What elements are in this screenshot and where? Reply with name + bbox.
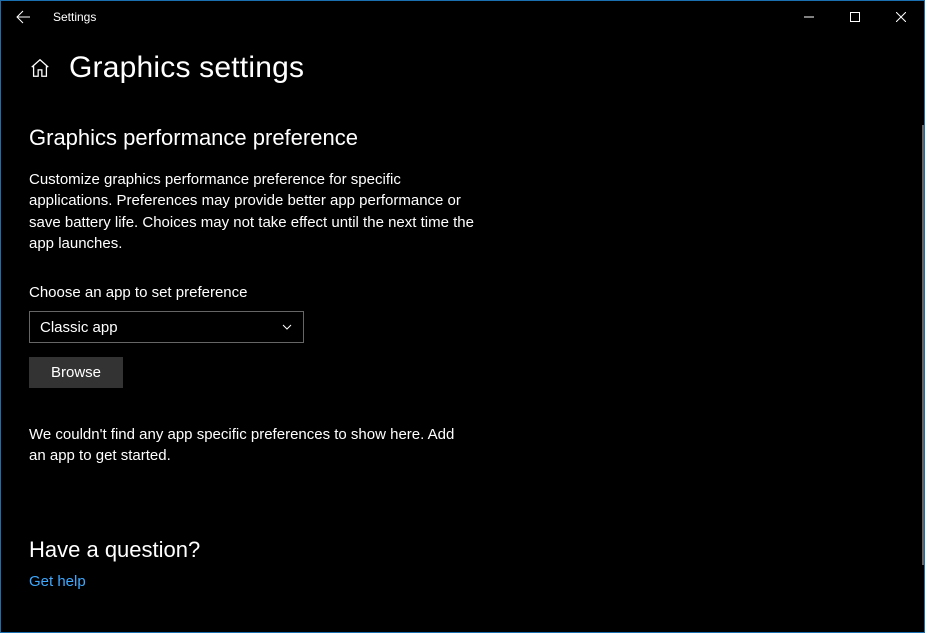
maximize-icon <box>850 12 860 22</box>
minimize-button[interactable] <box>786 1 832 33</box>
page-title: Graphics settings <box>69 51 304 85</box>
maximize-button[interactable] <box>832 1 878 33</box>
get-help-link[interactable]: Get help <box>29 573 86 590</box>
scrollbar[interactable] <box>920 33 924 632</box>
section-heading-feedback: Make Windows better <box>29 630 892 632</box>
window-controls <box>786 1 924 33</box>
app-title: Settings <box>45 10 96 24</box>
close-button[interactable] <box>878 1 924 33</box>
scrollbar-thumb[interactable] <box>922 125 924 565</box>
back-arrow-icon <box>15 9 31 25</box>
minimize-icon <box>804 12 814 22</box>
page-header: Graphics settings <box>29 51 892 85</box>
empty-state-message: We couldn't find any app specific prefer… <box>29 424 474 467</box>
app-type-select[interactable]: Classic app <box>29 311 304 343</box>
section-heading-help: Have a question? <box>29 537 892 563</box>
back-button[interactable] <box>1 1 45 33</box>
titlebar: Settings <box>1 1 924 33</box>
home-icon[interactable] <box>29 57 51 79</box>
close-icon <box>896 12 906 22</box>
choose-app-label: Choose an app to set preference <box>29 284 892 301</box>
titlebar-left: Settings <box>1 1 96 33</box>
chevron-down-icon <box>281 321 293 333</box>
section-heading-performance: Graphics performance preference <box>29 125 892 151</box>
performance-description: Customize graphics performance preferenc… <box>29 169 474 254</box>
app-type-select-value: Classic app <box>40 319 118 336</box>
browse-button[interactable]: Browse <box>29 357 123 388</box>
content: Graphics settings Graphics performance p… <box>1 33 920 632</box>
